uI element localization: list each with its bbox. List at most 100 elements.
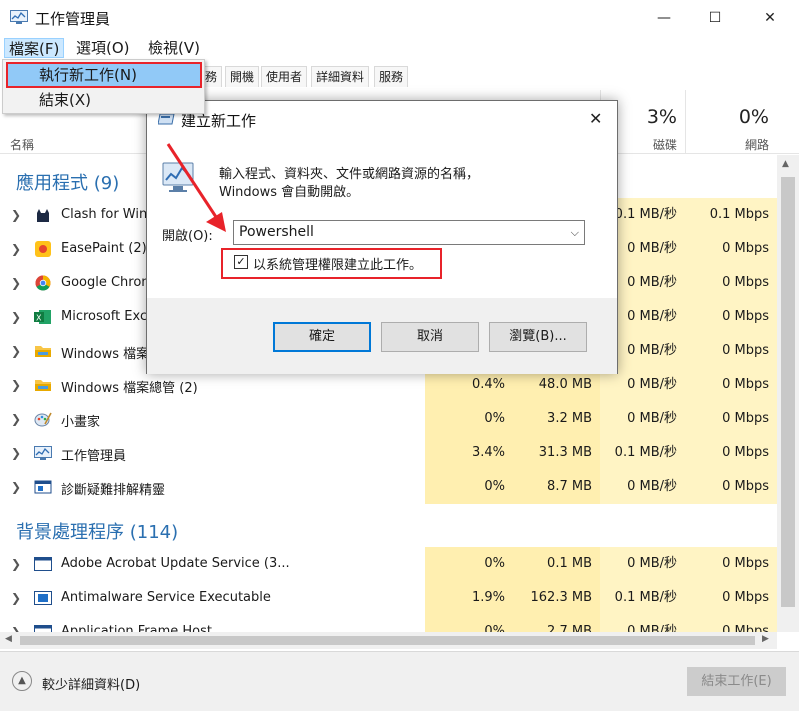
menu-view[interactable]: 檢視(V) bbox=[144, 38, 204, 58]
expand-chevron-icon[interactable]: ❯ bbox=[11, 557, 21, 571]
scrollbar-thumb[interactable] bbox=[20, 636, 755, 645]
menu-file[interactable]: 檔案(F) bbox=[4, 38, 65, 58]
tab-users[interactable]: 使用者 bbox=[261, 66, 308, 87]
process-name: Windows 檔案 bbox=[61, 347, 150, 362]
dialog-close-icon[interactable]: ✕ bbox=[589, 109, 602, 128]
network-total-percent: 0% bbox=[738, 106, 769, 128]
dialog-description-line2: Windows 會自動開啟。 bbox=[219, 185, 360, 200]
table-row[interactable]: ❯ Adobe Acrobat Update Service (3... 0% … bbox=[0, 547, 777, 581]
window-icon bbox=[34, 557, 52, 571]
title-bar: 工作管理員 — ☐ ✕ bbox=[0, 0, 799, 36]
table-row[interactable]: ❯ 小畫家 0% 3.2 MB 0 MB/秒 0 Mbps bbox=[0, 402, 777, 436]
disk-cell: 0.1 MB/秒 bbox=[600, 436, 685, 470]
chevron-up-circle-icon[interactable]: ▲ bbox=[12, 671, 32, 691]
column-name[interactable]: 名稱 bbox=[10, 136, 34, 153]
memory-cell: 8.7 MB bbox=[513, 470, 600, 504]
expand-chevron-icon[interactable]: ❯ bbox=[11, 412, 21, 426]
memory-cell: 2.7 MB bbox=[513, 615, 600, 632]
maximize-button[interactable]: ☐ bbox=[692, 0, 738, 36]
expand-chevron-icon[interactable]: ❯ bbox=[11, 378, 21, 392]
disk-cell: 0 MB/秒 bbox=[600, 402, 685, 436]
menu-options[interactable]: 選項(O) bbox=[72, 38, 134, 58]
menu-item-run-new-task[interactable]: 執行新工作(N) bbox=[6, 62, 202, 88]
expand-chevron-icon[interactable]: ❯ bbox=[11, 242, 21, 256]
process-name: Microsoft Exce bbox=[61, 309, 156, 324]
ok-button[interactable]: 確定 bbox=[273, 322, 371, 352]
task-manager-icon bbox=[10, 10, 28, 24]
scroll-up-icon[interactable]: ▲ bbox=[782, 159, 789, 169]
tab-services[interactable]: 服務 bbox=[374, 66, 409, 87]
expand-chevron-icon[interactable]: ❯ bbox=[11, 344, 21, 358]
cancel-button[interactable]: 取消 bbox=[381, 322, 479, 352]
network-cell: 0 Mbps bbox=[685, 402, 777, 436]
admin-privileges-checkbox[interactable]: ✓ bbox=[234, 255, 248, 269]
excel-icon: X bbox=[34, 310, 51, 324]
minimize-icon: — bbox=[657, 10, 671, 26]
open-field-label: 開啟(O): bbox=[162, 229, 213, 244]
process-name: Google Chrom bbox=[61, 275, 154, 290]
svg-text:X: X bbox=[36, 314, 42, 323]
open-input-value: Powershell bbox=[239, 224, 314, 240]
window-icon bbox=[34, 625, 52, 632]
expand-chevron-icon[interactable]: ❯ bbox=[11, 480, 21, 494]
network-cell: 0 Mbps bbox=[685, 615, 777, 632]
horizontal-scrollbar[interactable]: ◀ ▶ bbox=[0, 632, 777, 649]
window-title: 工作管理員 bbox=[35, 10, 111, 28]
maximize-icon: ☐ bbox=[708, 10, 722, 26]
process-name: 工作管理員 bbox=[61, 449, 127, 464]
task-manager-large-icon bbox=[162, 162, 194, 192]
network-cell: 0.1 Mbps bbox=[685, 198, 777, 232]
end-task-button[interactable]: 結束工作(E) bbox=[687, 667, 786, 696]
column-network[interactable]: 0% 網路 bbox=[685, 90, 777, 154]
process-name: 小畫家 bbox=[61, 415, 101, 430]
file-menu-dropdown: 執行新工作(N) 結束(X) bbox=[2, 59, 205, 114]
scroll-left-icon[interactable]: ◀ bbox=[5, 634, 12, 644]
folder-icon bbox=[35, 346, 51, 357]
fewer-details-link[interactable]: 較少詳細資料(D) bbox=[42, 674, 140, 693]
open-input[interactable]: Powershell ⌵ bbox=[233, 220, 585, 245]
network-cell: 0 Mbps bbox=[685, 436, 777, 470]
tab-startup[interactable]: 開機 bbox=[225, 66, 260, 87]
chevron-down-icon[interactable]: ⌵ bbox=[571, 221, 579, 244]
expand-chevron-icon[interactable]: ❯ bbox=[11, 276, 21, 290]
table-row[interactable]: ❯ Application Frame Host 0% 2.7 MB 0 MB/… bbox=[0, 615, 777, 632]
network-cell: 0 Mbps bbox=[685, 368, 777, 402]
taskmgr-icon bbox=[34, 446, 52, 460]
tab-details[interactable]: 詳細資料 bbox=[311, 66, 370, 87]
network-cell: 0 Mbps bbox=[685, 266, 777, 300]
expand-chevron-icon[interactable]: ❯ bbox=[11, 591, 21, 605]
network-cell: 0 Mbps bbox=[685, 581, 777, 615]
group-heading-apps: 應用程式 (9) bbox=[16, 173, 120, 194]
expand-chevron-icon[interactable]: ❯ bbox=[11, 625, 21, 632]
disk-total-percent: 3% bbox=[646, 106, 677, 128]
table-row[interactable]: ❯ Antimalware Service Executable 1.9% 16… bbox=[0, 581, 777, 615]
network-cell: 0 Mbps bbox=[685, 334, 777, 368]
close-button[interactable]: ✕ bbox=[747, 0, 793, 36]
cpu-cell: 0% bbox=[425, 402, 513, 436]
scrollbar-thumb[interactable] bbox=[781, 177, 795, 607]
chrome-icon bbox=[35, 275, 51, 291]
process-name: 診斷疑難排解精靈 bbox=[61, 483, 166, 498]
network-cell: 0 Mbps bbox=[685, 547, 777, 581]
browse-button[interactable]: 瀏覽(B)... bbox=[489, 322, 587, 352]
close-icon: ✕ bbox=[764, 10, 776, 26]
minimize-button[interactable]: — bbox=[641, 0, 687, 36]
vertical-scrollbar[interactable]: ▲ bbox=[777, 155, 799, 632]
scroll-right-icon[interactable]: ▶ bbox=[762, 634, 769, 644]
menu-item-exit[interactable]: 結束(X) bbox=[7, 88, 201, 112]
network-cell: 0 Mbps bbox=[685, 300, 777, 334]
expand-chevron-icon[interactable]: ❯ bbox=[11, 310, 21, 324]
admin-privileges-label[interactable]: 以系統管理權限建立此工作。 bbox=[253, 254, 422, 273]
run-icon bbox=[158, 113, 175, 125]
process-name: Adobe Acrobat Update Service (3... bbox=[61, 556, 290, 571]
expand-chevron-icon[interactable]: ❯ bbox=[11, 446, 21, 460]
disk-cell: 0 MB/秒 bbox=[600, 470, 685, 504]
memory-cell: 31.3 MB bbox=[513, 436, 600, 470]
table-row[interactable]: ❯ 工作管理員 3.4% 31.3 MB 0.1 MB/秒 0 Mbps bbox=[0, 436, 777, 470]
table-row[interactable]: ❯ 診斷疑難排解精靈 0% 8.7 MB 0 MB/秒 0 Mbps bbox=[0, 470, 777, 504]
process-name: Antimalware Service Executable bbox=[61, 590, 271, 605]
disk-cell: 0 MB/秒 bbox=[600, 615, 685, 632]
create-new-task-dialog: 建立新工作 ✕ 輸入程式、資料夾、文件或網路資源的名稱， Windows 會自動… bbox=[146, 100, 618, 374]
expand-chevron-icon[interactable]: ❯ bbox=[11, 208, 21, 222]
process-name: EasePaint (2) bbox=[61, 241, 147, 256]
